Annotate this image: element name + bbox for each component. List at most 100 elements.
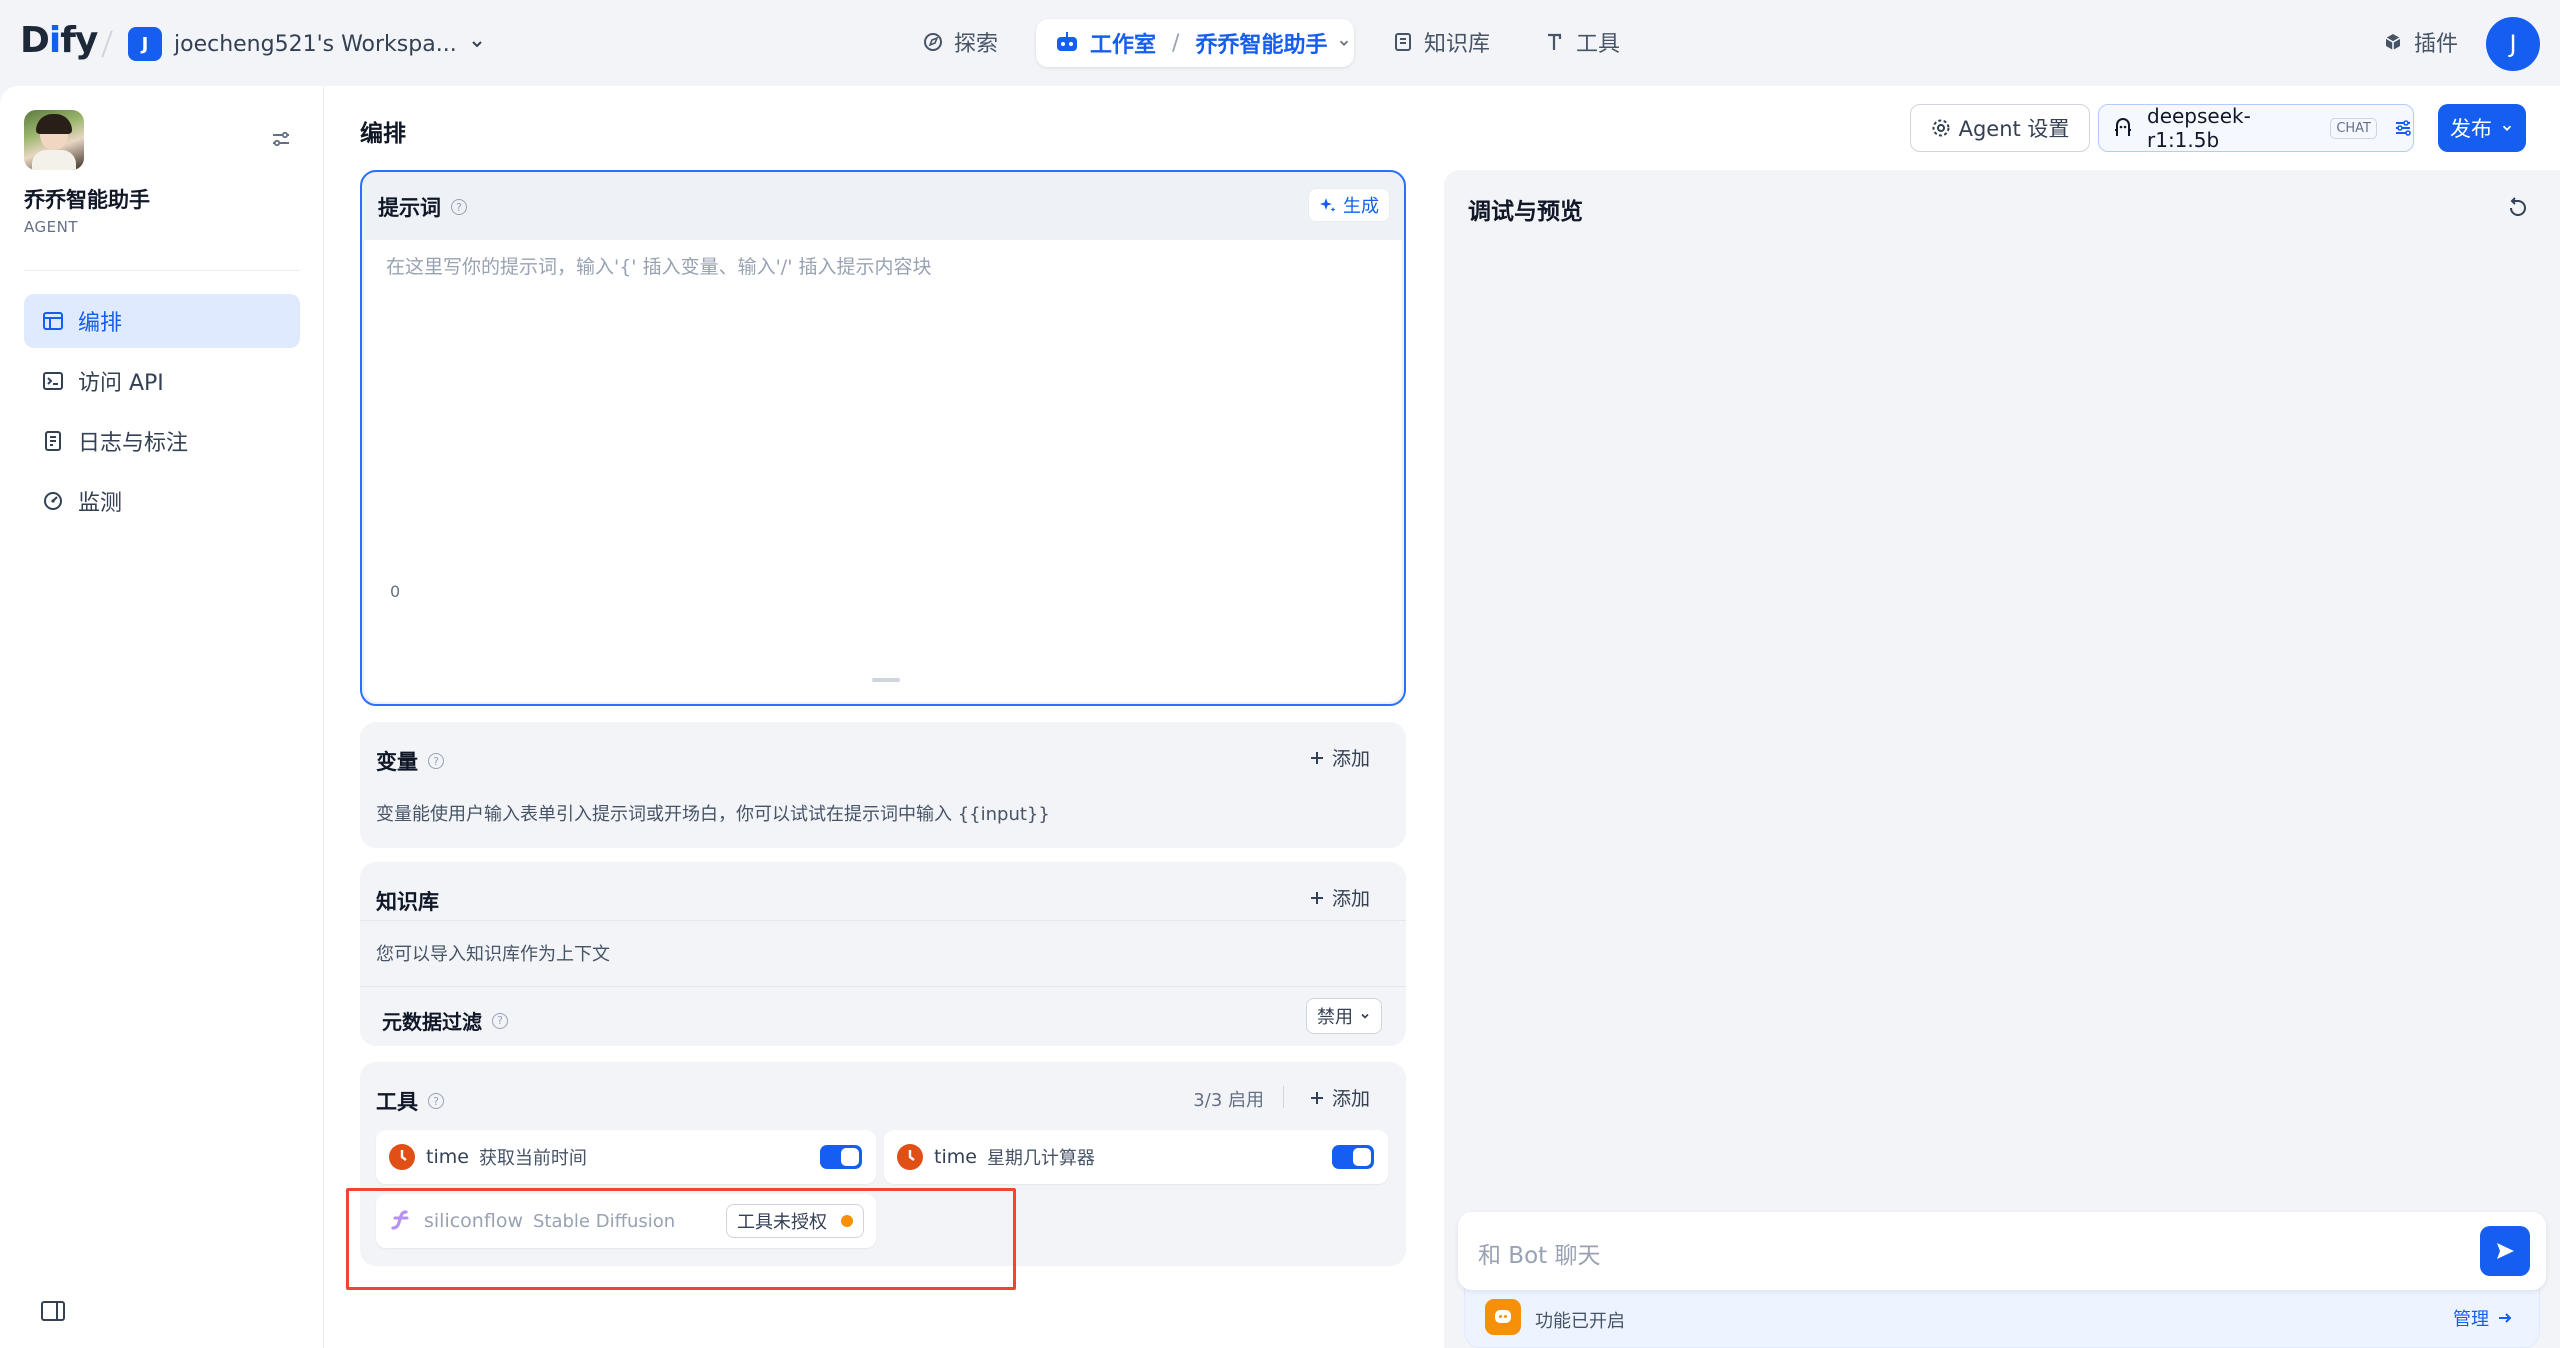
- app-type: AGENT: [24, 218, 78, 236]
- nav-studio-label: 工作室: [1090, 33, 1157, 58]
- arrow-right-icon: [2497, 1310, 2513, 1326]
- app-title: 乔乔智能助手: [24, 188, 150, 212]
- tool-toggle[interactable]: [820, 1145, 862, 1169]
- nav-explore[interactable]: 探索: [922, 26, 998, 58]
- layout-icon: [42, 310, 64, 332]
- file-list-icon: [42, 430, 64, 452]
- tools-title: 工具: [376, 1090, 418, 1114]
- nav-slash: /: [1172, 30, 1180, 56]
- app-avatar: [24, 110, 84, 170]
- help-icon[interactable]: ?: [428, 753, 444, 769]
- sidebar-item-api[interactable]: 访问 API: [24, 354, 300, 408]
- knowledge-description: 您可以导入知识库作为上下文: [376, 944, 610, 965]
- sidebar-item-label: 日志与标注: [78, 431, 189, 456]
- nav-studio[interactable]: 工作室 / 乔乔智能助手: [1036, 19, 1354, 67]
- plus-icon: [1310, 751, 1324, 765]
- sidebar-item-label: 监测: [78, 491, 123, 516]
- chevron-down-icon: [2500, 121, 2514, 135]
- resize-handle[interactable]: [872, 678, 900, 682]
- variables-card: 变量 ? 添加 变量能使用户输入表单引入提示词或开场白，你可以试试在提示词中输入…: [360, 722, 1406, 848]
- manage-label: 管理: [2453, 1309, 2489, 1330]
- generate-label: 生成: [1343, 196, 1379, 217]
- knowledge-header: 知识库: [376, 886, 439, 916]
- highlight-box: [346, 1188, 1016, 1290]
- sidebar-item-orchestrate[interactable]: 编排: [24, 294, 300, 348]
- hammer-icon: [1544, 31, 1566, 53]
- metadata-filter-header: 元数据过滤 ?: [382, 1006, 508, 1035]
- nav-tools[interactable]: 工具: [1544, 26, 1620, 58]
- preview-panel: 调试与预览 功能已开启 管理 和 Bot 聊天: [1444, 170, 2560, 1348]
- tool-item-time-current[interactable]: time 获取当前时间: [376, 1130, 876, 1184]
- variables-header: 变量 ?: [376, 746, 444, 776]
- model-selector[interactable]: deepseek-r1:1.5b CHAT: [2098, 104, 2414, 152]
- dify-logo[interactable]: Dify: [20, 20, 98, 61]
- chevron-down-icon: [1359, 1010, 1371, 1022]
- model-name: deepseek-r1:1.5b: [2147, 104, 2251, 152]
- divider: [1283, 1086, 1284, 1108]
- sidebar-item-label: 访问 API: [78, 371, 164, 396]
- book-icon: [1392, 31, 1414, 53]
- sidebar: 乔乔智能助手 AGENT 编排 访问 API 日志与标注 监测: [0, 86, 324, 1348]
- agent-settings-label: Agent 设置: [1958, 117, 2070, 141]
- tools-enabled-count: 3/3 启用: [1193, 1090, 1264, 1111]
- agent-settings-button[interactable]: Agent 设置: [1910, 104, 2090, 152]
- gauge-icon: [42, 490, 64, 512]
- metadata-filter-value: 禁用: [1317, 1007, 1353, 1028]
- divider: [360, 920, 1406, 921]
- chat-input-placeholder: 和 Bot 聊天: [1478, 1243, 1601, 1269]
- add-label: 添加: [1331, 1088, 1370, 1110]
- sidebar-item-logs[interactable]: 日志与标注: [24, 414, 300, 468]
- sidebar-item-monitor[interactable]: 监测: [24, 474, 300, 528]
- features-icon: [1485, 1299, 1521, 1335]
- metadata-filter-select[interactable]: 禁用: [1306, 998, 1382, 1034]
- send-icon: [2493, 1239, 2517, 1263]
- char-count: 0: [390, 582, 401, 601]
- user-avatar[interactable]: J: [2486, 17, 2540, 71]
- generate-button[interactable]: 生成: [1308, 188, 1390, 222]
- add-knowledge-button[interactable]: 添加: [1310, 884, 1370, 911]
- tools-header: 工具 ?: [376, 1086, 444, 1116]
- nav-plugins-label: 插件: [2414, 32, 2459, 57]
- collapse-sidebar-icon[interactable]: [40, 1300, 66, 1322]
- settings-sliders-icon[interactable]: [270, 128, 292, 150]
- model-mode-badge: CHAT: [2330, 117, 2377, 139]
- nav-knowledge[interactable]: 知识库: [1392, 26, 1490, 58]
- help-icon[interactable]: ?: [451, 199, 467, 215]
- add-variable-button[interactable]: 添加: [1310, 744, 1370, 771]
- prompt-card: 提示词 ? 生成 在这里写你的提示词，输入'{' 插入变量、输入'/' 插入提示…: [360, 170, 1406, 706]
- nav-explore-label: 探索: [954, 32, 999, 57]
- prompt-placeholder: 在这里写你的提示词，输入'{' 插入变量、输入'/' 插入提示内容块: [386, 256, 932, 278]
- gear-icon: [1931, 118, 1951, 138]
- workspace-switcher[interactable]: J joecheng521's Workspa...: [128, 27, 485, 61]
- publish-button[interactable]: 发布: [2438, 104, 2526, 152]
- plus-icon: [1310, 1091, 1324, 1105]
- features-enabled-label: 功能已开启: [1535, 1311, 1625, 1332]
- prompt-header: 提示词 ?: [378, 192, 467, 222]
- tool-name: 星期几计算器: [986, 1148, 1095, 1169]
- tool-toggle[interactable]: [1332, 1145, 1374, 1169]
- add-tool-button[interactable]: 添加: [1310, 1084, 1370, 1111]
- tool-name: 获取当前时间: [478, 1148, 587, 1169]
- tool-item-time-weekday[interactable]: time 星期几计算器: [884, 1130, 1388, 1184]
- tool-provider: time: [426, 1146, 469, 1168]
- chevron-down-icon: [1337, 36, 1351, 50]
- nav-knowledge-label: 知识库: [1424, 32, 1491, 57]
- main-panel: 编排 Agent 设置 deepseek-r1:1.5b CHAT 发布 提示词…: [324, 86, 2560, 1348]
- help-icon[interactable]: ?: [428, 1093, 444, 1109]
- nav-app-name[interactable]: 乔乔智能助手: [1195, 27, 1327, 59]
- divider: [360, 986, 1406, 987]
- chat-input-box[interactable]: 和 Bot 聊天: [1458, 1212, 2546, 1290]
- manage-features-link[interactable]: 管理: [2453, 1305, 2513, 1331]
- chevron-down-icon: [469, 36, 485, 52]
- add-label: 添加: [1331, 748, 1370, 770]
- prompt-editor[interactable]: 在这里写你的提示词，输入'{' 插入变量、输入'/' 插入提示内容块 0: [364, 240, 1402, 702]
- metadata-filter-title: 元数据过滤: [382, 1010, 482, 1034]
- send-button[interactable]: [2480, 1226, 2530, 1276]
- clock-icon: [896, 1143, 924, 1171]
- sidebar-divider: [24, 270, 300, 271]
- publish-label: 发布: [2450, 117, 2492, 141]
- refresh-icon[interactable]: [2506, 196, 2530, 220]
- variables-description: 变量能使用户输入表单引入提示词或开场白，你可以试试在提示词中输入 {{input…: [376, 804, 1050, 825]
- nav-plugins[interactable]: 插件: [2382, 26, 2458, 58]
- help-icon[interactable]: ?: [492, 1012, 508, 1029]
